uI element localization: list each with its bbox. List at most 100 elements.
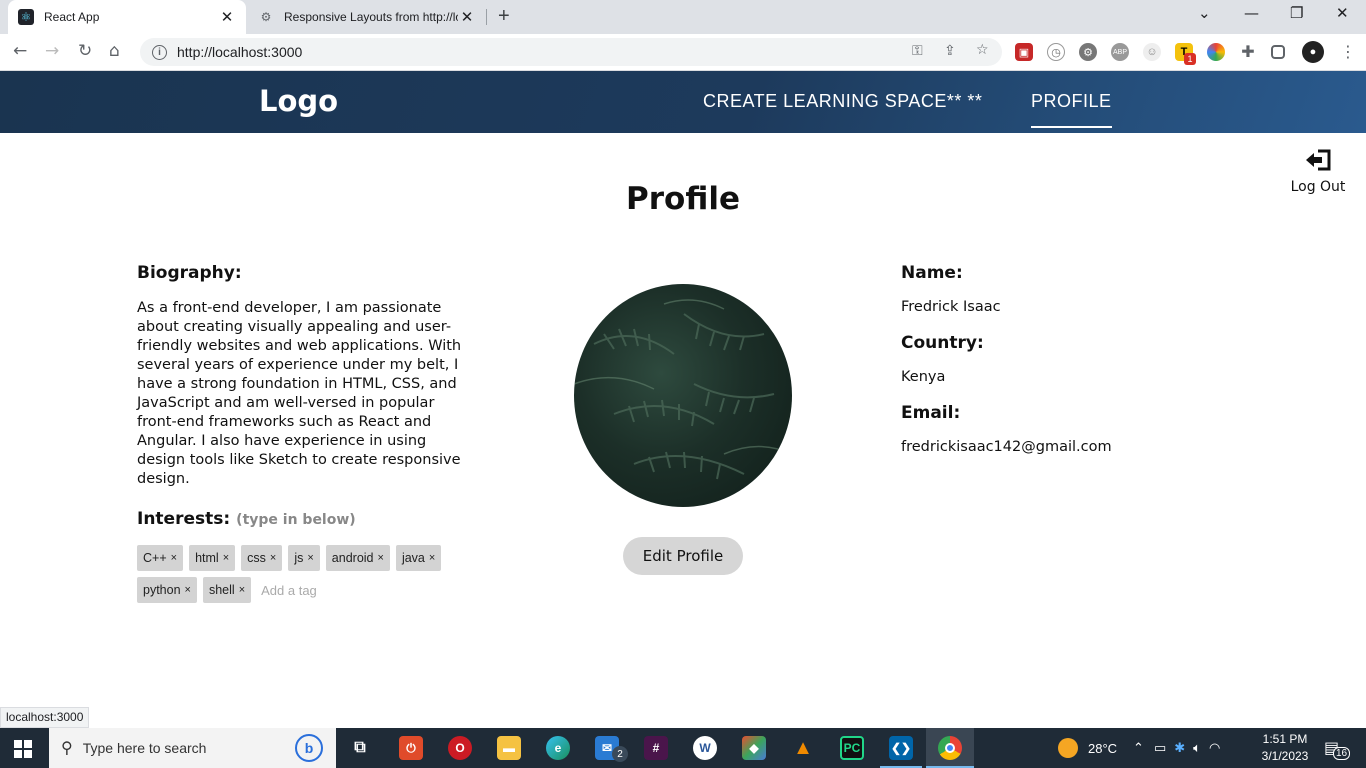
address-bar[interactable]: i http://localhost:3000: [140, 38, 1002, 66]
slack-icon[interactable]: #: [644, 736, 668, 760]
logo[interactable]: Logo: [259, 84, 338, 118]
profile-avatar: [574, 284, 792, 507]
edit-profile-button[interactable]: Edit Profile: [623, 537, 743, 575]
name-value: Fredrick Isaac: [901, 299, 1001, 315]
app-header: Logo CREATE LEARNING SPACE** ** PROFILE: [0, 71, 1366, 133]
biography-section: Biography: As a front-end developer, I a…: [137, 263, 467, 603]
reload-icon[interactable]: ↻: [78, 41, 92, 61]
status-bar-url: localhost:3000: [0, 707, 90, 728]
chevron-up-icon[interactable]: ⌃: [1133, 740, 1144, 756]
interest-tag: html ×: [189, 545, 236, 571]
tab-react-app[interactable]: ⚛ React App ✕: [8, 0, 246, 34]
power-app-icon[interactable]: ⏻: [399, 736, 423, 760]
vscode-icon[interactable]: ❮❯: [889, 736, 913, 760]
share-icon[interactable]: ⇪: [944, 43, 956, 59]
country-heading: Country:: [901, 333, 984, 353]
interest-tag-label: java: [401, 551, 425, 565]
site-info-icon[interactable]: i: [152, 44, 167, 60]
interest-tag: shell ×: [202, 577, 252, 603]
tag-list: C++ × html × css × js × android × java × python × shel…: [137, 545, 467, 603]
email-heading: Email:: [901, 403, 961, 423]
volume-icon[interactable]: 🔈︎: [1193, 740, 1201, 756]
interest-tag-label: html: [195, 551, 219, 565]
vlc-icon[interactable]: ▲: [791, 736, 815, 760]
close-tab-icon[interactable]: ✕: [458, 8, 476, 26]
tab-title: Responsive Layouts from http://lo: [284, 10, 458, 24]
forward-icon[interactable]: →: [45, 41, 59, 61]
interest-tag: python ×: [137, 577, 197, 603]
nav-profile[interactable]: PROFILE: [1031, 91, 1112, 128]
react-icon: ⚛: [18, 9, 34, 25]
email-value: fredrickisaac142@gmail.com: [901, 439, 1112, 455]
chrome-icon[interactable]: [938, 736, 962, 760]
search-icon: ⚲: [61, 740, 73, 757]
bing-icon[interactable]: b: [295, 734, 323, 762]
tab-search-icon[interactable]: ⌄: [1198, 4, 1211, 22]
new-tab-icon[interactable]: +: [498, 5, 510, 28]
extension-gear-icon[interactable]: ⚙: [1079, 43, 1097, 61]
taskbar-search-input[interactable]: ⚲ Type here to search b: [49, 728, 336, 768]
menu-icon[interactable]: ⋮: [1340, 42, 1356, 61]
notification-count: 16: [1333, 747, 1351, 760]
interest-tag-label: C++: [143, 551, 167, 565]
browser-tab-strip: ⚛ React App ✕ ⚙ Responsive Layouts from …: [0, 0, 1366, 34]
wifi-icon[interactable]: ◠: [1209, 740, 1220, 756]
back-icon[interactable]: ←: [13, 41, 27, 61]
weather-icon[interactable]: [1058, 738, 1078, 758]
nav-create-learning-space[interactable]: CREATE LEARNING SPACE** **: [703, 91, 982, 112]
browser-toolbar: ← → ↻ ⌂ i http://localhost:3000 ⚿ ⇪ ☆ ▣ …: [0, 34, 1366, 71]
taskbar-clock[interactable]: 1:51 PM 3/1/2023: [1250, 731, 1320, 765]
puzzle-icon[interactable]: ✚: [1239, 43, 1257, 61]
biography-text: As a front-end developer, I am passionat…: [137, 300, 462, 487]
remove-tag-icon[interactable]: ×: [429, 552, 435, 564]
adblock-icon[interactable]: ABP: [1111, 43, 1129, 61]
interest-tag-label: js: [294, 551, 304, 565]
minimize-icon[interactable]: —: [1244, 4, 1259, 22]
remove-tag-icon[interactable]: ×: [239, 584, 245, 596]
page-title: Profile: [626, 181, 740, 217]
edge-icon[interactable]: e: [546, 736, 570, 760]
clock-date: 3/1/2023: [1261, 749, 1309, 763]
restore-icon[interactable]: ❐: [1290, 4, 1303, 22]
profile-page: Log Out Profile Biography: As a front-en…: [0, 133, 1366, 728]
globe-icon: ⚙: [260, 10, 272, 24]
tab-responsive-layouts[interactable]: ⚙ Responsive Layouts from http://lo ✕: [248, 0, 486, 34]
close-tab-icon[interactable]: ✕: [218, 8, 236, 26]
tab-title: React App: [44, 10, 100, 24]
windows-start-icon[interactable]: [14, 740, 32, 758]
url-text: http://localhost:3000: [177, 44, 303, 60]
home-icon[interactable]: ⌂: [109, 41, 120, 61]
battery-icon[interactable]: ▭: [1154, 740, 1166, 756]
opera-icon[interactable]: O: [448, 736, 472, 760]
interest-tag: css ×: [241, 545, 283, 571]
bluetooth-icon[interactable]: ✱: [1174, 740, 1185, 756]
windows-taskbar: ⚲ Type here to search b ⧉ ⏻ O ▬ e ✉ 2 # …: [0, 728, 1366, 768]
interest-tag-label: python: [143, 583, 181, 597]
extension-color-icon[interactable]: [1207, 43, 1225, 61]
remove-tag-icon[interactable]: ×: [270, 552, 276, 564]
avatar-icon[interactable]: ●: [1302, 41, 1324, 63]
star-icon[interactable]: ☆: [976, 42, 989, 58]
pycharm-icon[interactable]: PC: [840, 736, 864, 760]
git-tool-icon[interactable]: ◆: [742, 736, 766, 760]
remove-tag-icon[interactable]: ×: [185, 584, 191, 596]
extension-red-icon[interactable]: ▣: [1015, 43, 1033, 61]
add-tag-input[interactable]: [257, 577, 368, 603]
extension-clock-icon[interactable]: ◷: [1047, 43, 1065, 61]
word-icon[interactable]: W: [693, 736, 717, 760]
remove-tag-icon[interactable]: ×: [307, 552, 313, 564]
remove-tag-icon[interactable]: ×: [223, 552, 229, 564]
remove-tag-icon[interactable]: ×: [378, 552, 384, 564]
key-icon[interactable]: ⚿: [912, 43, 923, 59]
file-explorer-icon[interactable]: ▬: [497, 736, 521, 760]
temperature[interactable]: 28°C: [1088, 741, 1117, 756]
remove-tag-icon[interactable]: ×: [171, 552, 177, 564]
close-window-icon[interactable]: ✕: [1336, 4, 1349, 22]
name-heading: Name:: [901, 263, 963, 283]
side-panel-icon[interactable]: [1271, 45, 1285, 59]
interest-tag: js ×: [288, 545, 320, 571]
task-view-icon[interactable]: ⧉: [348, 736, 372, 760]
extension-face-icon[interactable]: ☺: [1143, 43, 1161, 61]
interest-tag-label: shell: [208, 583, 235, 597]
interest-tag: C++ ×: [137, 545, 184, 571]
